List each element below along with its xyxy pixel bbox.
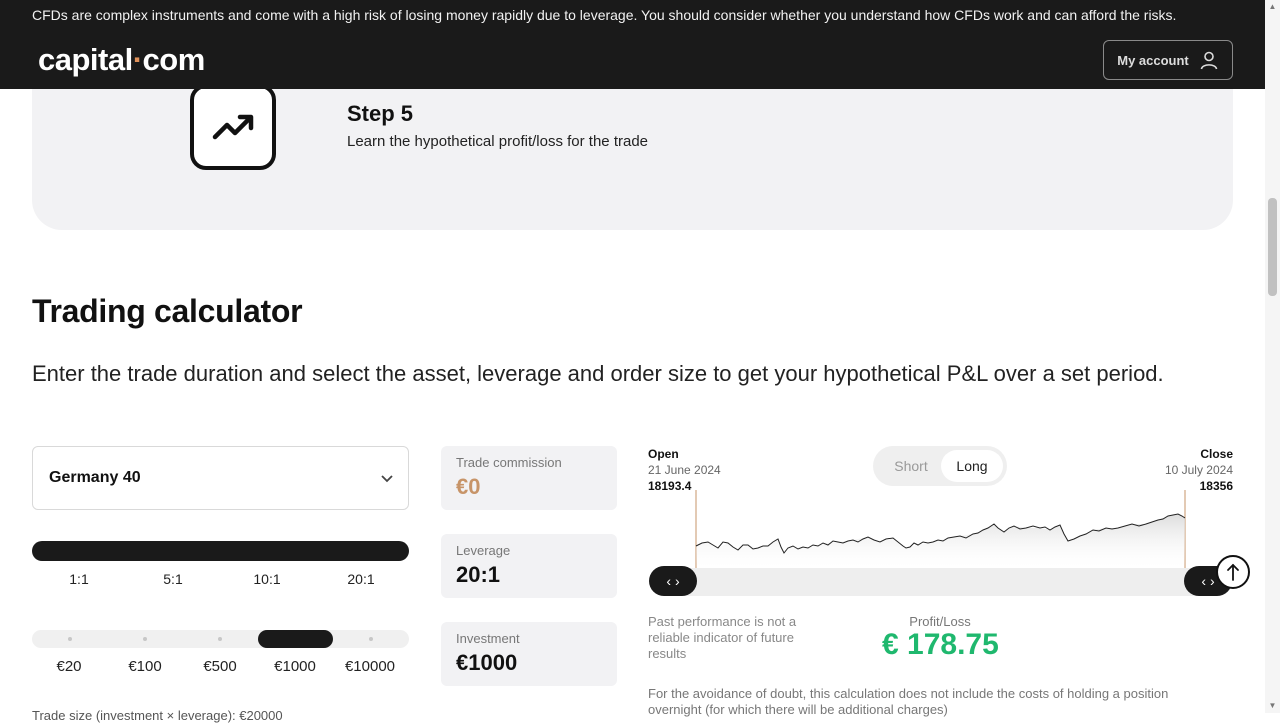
trade-size-note: Trade size (investment × leverage): €200…: [32, 708, 283, 723]
chart-close-info: Close 10 July 2024 18356: [1165, 446, 1233, 494]
logo-text-right: com: [142, 42, 206, 77]
date-range-track[interactable]: [650, 568, 1232, 596]
my-account-button[interactable]: My account: [1103, 40, 1233, 80]
range-end-arrows: ‹ ›: [1201, 573, 1215, 589]
investment-value: €1000: [456, 650, 518, 675]
user-icon: [1200, 51, 1218, 70]
slider-step-dot: [369, 637, 373, 641]
trade-commission-card: Trade commission €0: [441, 446, 617, 510]
asset-select[interactable]: Germany 40: [32, 446, 409, 510]
trade-commission-label: Trade commission: [456, 455, 562, 470]
price-area: [696, 514, 1185, 570]
my-account-label: My account: [1117, 52, 1189, 68]
risk-disclaimer: CFDs are complex instruments and come wi…: [32, 7, 1177, 23]
investment-option[interactable]: €500: [203, 658, 236, 675]
leverage-label: Leverage: [456, 543, 511, 558]
chevron-down-icon: [381, 475, 393, 483]
top-header: CFDs are complex instruments and come wi…: [0, 0, 1280, 89]
range-start-arrows: ‹ ›: [666, 573, 680, 589]
leverage-option[interactable]: 10:1: [253, 571, 280, 587]
profit-loss-label: Profit/Loss: [909, 614, 971, 629]
logo-text-left: capital: [38, 42, 133, 77]
leverage-slider[interactable]: [32, 541, 409, 561]
scroll-down-arrow-icon[interactable]: ▼: [1268, 701, 1277, 710]
past-performance-note: Past performance is not a reliable indic…: [648, 614, 797, 661]
investment-option[interactable]: €10000: [345, 658, 395, 675]
avoidance-note: For the avoidance of doubt, this calcula…: [648, 686, 1169, 717]
investment-option[interactable]: €100: [128, 658, 161, 675]
scrollbar-thumb[interactable]: [1268, 198, 1277, 296]
slider-step-dot: [68, 637, 72, 641]
leverage-option[interactable]: 1:1: [69, 571, 88, 587]
leverage-value: 20:1: [456, 562, 501, 587]
investment-option[interactable]: €20: [56, 658, 81, 675]
leverage-option[interactable]: 20:1: [347, 571, 374, 587]
logo-dot: ·: [132, 42, 143, 77]
calculator-description: Enter the trade duration and select the …: [32, 361, 1164, 386]
investment-slider-thumb[interactable]: [258, 630, 333, 648]
page-scrollbar[interactable]: ▲ ▼: [1265, 0, 1280, 713]
investment-option[interactable]: €1000: [274, 658, 316, 675]
investment-card: Investment €1000: [441, 622, 617, 686]
profit-loss-value: € 178.75: [882, 628, 999, 661]
open-label: Open: [648, 447, 679, 461]
calculator-title: Trading calculator: [32, 293, 303, 329]
investment-slider[interactable]: [32, 630, 409, 648]
toggle-short[interactable]: Short: [881, 450, 941, 482]
trade-commission-value: €0: [456, 474, 481, 499]
close-label: Close: [1200, 447, 1233, 461]
chart-open-info: Open 21 June 2024 18193.4: [648, 446, 721, 494]
investment-label: Investment: [456, 631, 520, 646]
direction-toggle[interactable]: Short Long: [873, 446, 1007, 486]
leverage-option[interactable]: 5:1: [163, 571, 182, 587]
slider-step-dot: [143, 637, 147, 641]
step-description: Learn the hypothetical profit/loss for t…: [347, 133, 649, 150]
asset-selected-value: Germany 40: [49, 469, 141, 486]
close-date: 10 July 2024: [1164, 463, 1233, 477]
capital-com-logo[interactable]: capital·com: [38, 42, 205, 78]
open-date: 21 June 2024: [648, 463, 721, 477]
toggle-long[interactable]: Long: [941, 450, 1003, 482]
trend-up-icon: [190, 84, 276, 170]
scroll-up-arrow-icon[interactable]: ▲: [1268, 2, 1277, 11]
arrow-up-icon: [1227, 563, 1239, 581]
step-title: Step 5: [347, 101, 414, 126]
scroll-to-top-button[interactable]: [1216, 555, 1250, 589]
slider-step-dot: [218, 637, 222, 641]
leverage-card: Leverage 20:1: [441, 534, 617, 598]
range-start-handle[interactable]: ‹ ›: [649, 566, 697, 596]
